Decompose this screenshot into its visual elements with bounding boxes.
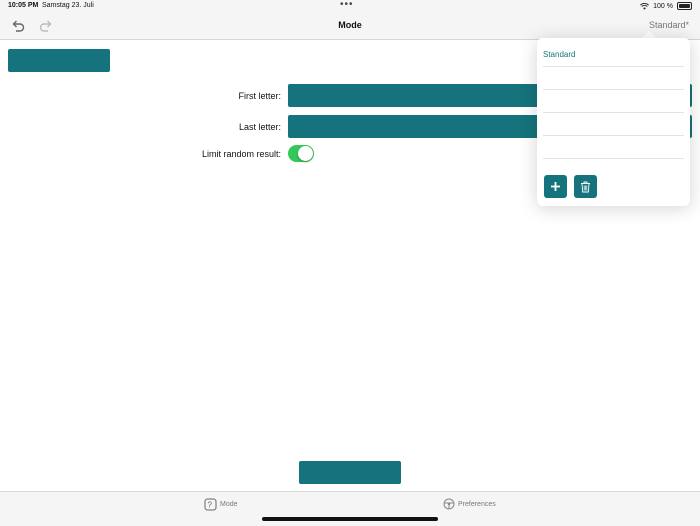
- profile-picker-button[interactable]: Standard*: [649, 20, 689, 30]
- trash-icon: [581, 181, 590, 192]
- profile-item[interactable]: [543, 113, 684, 136]
- wifi-icon: [640, 2, 650, 10]
- status-indicators: 100 %: [640, 2, 692, 10]
- battery-icon: [677, 2, 692, 10]
- steering-wheel-icon: [443, 498, 455, 510]
- page-title: Mode: [338, 20, 362, 30]
- status-time: 10:05 PM: [8, 2, 39, 9]
- tab-preferences-label: Preferences: [458, 500, 496, 508]
- tab-mode-label: Mode: [220, 501, 238, 508]
- profile-item[interactable]: [543, 67, 684, 90]
- bottom-action-button[interactable]: [299, 461, 401, 484]
- tab-mode[interactable]: ? Mode: [204, 498, 238, 511]
- plus-icon: [551, 182, 560, 191]
- profile-item-standard[interactable]: Standard: [543, 44, 684, 67]
- add-profile-button[interactable]: [544, 175, 567, 198]
- delete-profile-button[interactable]: [574, 175, 597, 198]
- battery-percent: 100 %: [653, 2, 673, 10]
- top-action-button[interactable]: [8, 49, 110, 72]
- first-letter-label: First letter:: [238, 91, 281, 101]
- tab-preferences[interactable]: Preferences: [443, 498, 496, 510]
- home-indicator[interactable]: [262, 517, 438, 521]
- profile-item[interactable]: [543, 136, 684, 159]
- mode-icon: ?: [204, 498, 217, 511]
- toggle-knob: [298, 146, 313, 161]
- status-date: Samstag 23. Juli: [42, 2, 94, 9]
- profile-popover: Standard: [537, 38, 690, 206]
- last-letter-label: Last letter:: [238, 122, 281, 132]
- profile-item[interactable]: [543, 90, 684, 113]
- multitasking-dots-icon[interactable]: •••: [340, 0, 354, 10]
- limit-random-toggle[interactable]: [288, 145, 314, 162]
- svg-text:?: ?: [208, 501, 213, 510]
- limit-random-label: Limit random result:: [201, 149, 281, 159]
